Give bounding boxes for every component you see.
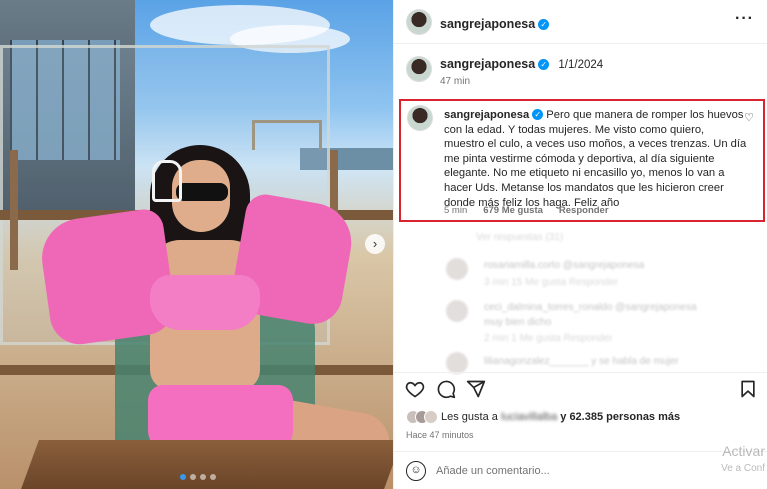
caption-text-block: sangrejaponesa ✓ Pero que manera de rompe… [444, 108, 747, 210]
like-comment-heart-icon[interactable]: ♡ [744, 111, 754, 124]
more-options-icon[interactable]: ··· [735, 10, 754, 28]
pink-jacket-left [36, 206, 179, 349]
likes-count[interactable]: y 62.385 personas más [560, 411, 680, 423]
caption-username[interactable]: sangrejaponesa [444, 109, 529, 121]
comment-text: muy bien dicho [484, 317, 552, 328]
post-header: sangrejaponesa ✓ ··· [394, 0, 767, 44]
share-icon[interactable] [466, 379, 486, 399]
faded-comments: Ver respuestas (31) rosariamilla.corto @… [394, 230, 767, 374]
comment-text: lilianagonzalez_______ y se habla de muj… [484, 356, 679, 367]
hair-bow [152, 160, 182, 202]
subheader-username[interactable]: sangrejaponesa [440, 57, 535, 71]
liker-username[interactable]: luciavillalba [501, 411, 557, 423]
watermark-line1: Activar [722, 443, 765, 459]
caption-body: Pero que manera de romper los huevos con… [444, 109, 747, 209]
liker-avatars [406, 410, 438, 424]
chevron-right-icon[interactable]: › [365, 234, 385, 254]
comment-icon[interactable] [436, 379, 456, 399]
action-bar [394, 372, 767, 404]
carousel-dot [200, 474, 206, 480]
verified-badge-icon: ✓ [532, 109, 544, 120]
verified-badge-icon: ✓ [538, 19, 550, 30]
avatar [446, 352, 468, 374]
comment-input[interactable] [436, 462, 706, 480]
caption-likes[interactable]: 679 Me gusta [483, 205, 543, 216]
comment-meta: 3 min 15 Me gusta Responder [484, 277, 618, 288]
avatar [446, 258, 468, 280]
see-replies[interactable]: Ver respuestas (31) [476, 232, 563, 243]
comment-text: ceci_dalmina_torres_ronaldo @sangrejapon… [484, 302, 697, 313]
likes-prefix: Les gusta a [441, 411, 498, 423]
caption-highlight: sangrejaponesa ✓ Pero que manera de rompe… [399, 99, 765, 222]
emoji-icon[interactable]: ☺ [406, 461, 426, 481]
avatar[interactable] [406, 56, 432, 82]
post-age: 47 min [440, 76, 471, 87]
comment-text: rosariamilla.corto @sangrejaponesa [484, 260, 645, 271]
watermark-line2: Ve a Conf [721, 463, 765, 474]
comment-bar: ☺ [394, 451, 767, 489]
carousel-dot [180, 474, 186, 480]
carousel-dot [190, 474, 196, 480]
carousel-dot [210, 474, 216, 480]
avatar[interactable] [407, 105, 433, 131]
avatar [446, 300, 468, 322]
pink-top [150, 275, 260, 330]
caption-age: 5 min [444, 205, 468, 216]
subheader: sangrejaponesa ✓ 1/1/2024 [440, 57, 603, 71]
post-date: 1/1/2024 [558, 59, 604, 71]
post-photo[interactable]: › [0, 0, 393, 489]
verified-badge-icon: ✓ [538, 59, 550, 70]
reply-button[interactable]: Responder [559, 205, 609, 216]
header-username[interactable]: sangrejaponesa [440, 17, 535, 31]
activation-watermark: Activar Ve a Conf [721, 443, 765, 477]
posted-ago: Hace 47 minutos [406, 430, 474, 440]
fence-post [10, 150, 18, 270]
carousel-dots [180, 474, 216, 480]
save-icon[interactable] [738, 379, 758, 399]
heart-icon[interactable] [405, 379, 425, 399]
avatar[interactable] [406, 9, 432, 35]
wooden-table [21, 440, 393, 489]
caption-meta: 5 min 679 Me gusta Responder [444, 205, 609, 216]
header-username-wrap: sangrejaponesa ✓ [440, 15, 550, 33]
likes-summary: Les gusta a luciavillalba y 62.385 perso… [406, 410, 680, 424]
sunglasses [176, 183, 228, 201]
comment-meta: 2 min 1 Me gusta Responder [484, 333, 613, 344]
post-side-panel: sangrejaponesa ✓ ··· sangrejaponesa ✓ 1/1/… [393, 0, 767, 489]
